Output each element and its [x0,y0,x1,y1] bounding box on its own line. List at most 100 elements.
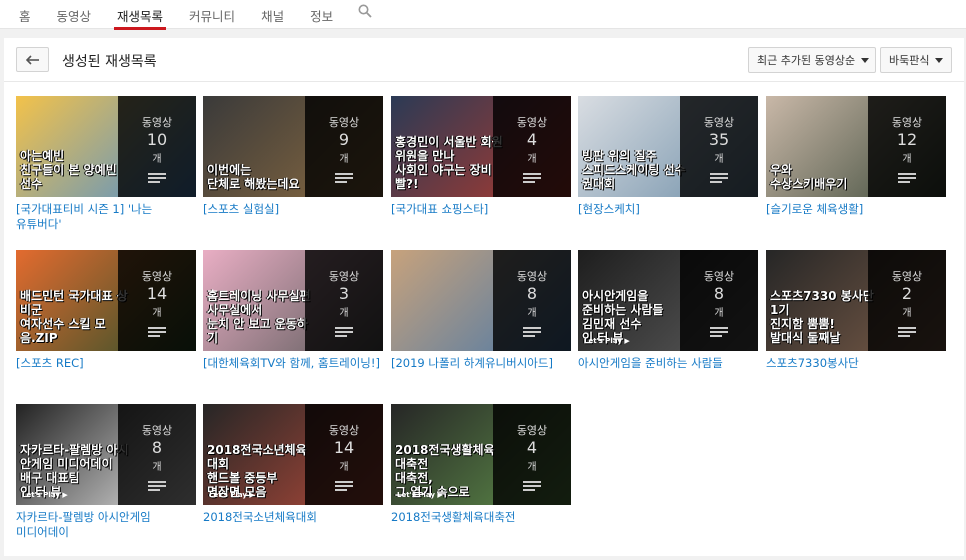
playlist-icon [898,173,916,184]
video-count-overlay: 동영상 35 개 [680,96,758,197]
video-count-label: 동영상 [703,116,735,129]
video-count-label: 동영상 [703,270,735,283]
video-count-label: 동영상 [891,270,923,283]
playlist-title-link[interactable]: 스포츠7330봉사단 [766,356,944,371]
playlist-card[interactable]: 배드민턴 국가대표 상비군 여자선수 스킬 모음.ZIP 동영상14 개 [스포츠 R… [16,250,196,371]
playlist-thumbnail[interactable]: 배드민턴 국가대표 상비군 여자선수 스킬 모음.ZIP 동영상14 개 [16,250,196,351]
thumbnail-caption: 홍경민이 서울반 회원위원을 만나 사회인 야구는 장비빨?! [395,135,503,191]
video-count-overlay: 동영상 3 개 [305,250,383,351]
playlist-title-link[interactable]: [스포츠 REC] [16,356,194,371]
video-count: 14 [333,438,355,457]
playlist-title-link[interactable]: [대한체육회TV와 함께, 홈트레이닝!] [203,356,381,371]
view-dropdown-label: 바둑판식 [889,54,930,67]
video-count-label: 동영상 [141,270,173,283]
video-count-label: 동영상 [516,424,548,437]
tab-playlists[interactable]: 재생목록 [104,0,176,30]
playlist-icon [148,327,166,338]
video-count-overlay: 동영상 12 개 [868,96,946,197]
video-count: 12 [896,130,918,149]
sort-dropdown-label: 최근 추가된 동영상순 [757,54,856,67]
playlists-header: 생성된 재생목록 최근 추가된 동영상순 바둑판식 [4,38,964,82]
playlist-title-link[interactable]: [국가대표티비 시즌 1] '나는 유튜버다' [16,202,194,232]
video-count: 10 [146,130,168,149]
playlist-title-link[interactable]: [슬기로운 체육생활] [766,202,944,217]
video-count-unit: 개 [527,154,537,165]
lets-play-logo: Let's Play ▶ [209,491,255,499]
video-count: 14 [146,284,168,303]
back-arrow-icon [25,54,39,65]
playlist-title-link[interactable]: 자카르타-팔렘방 아시안게임 미디어데이 [16,510,194,540]
playlist-thumbnail[interactable]: 스포츠7330 봉사단 1기 진지함 뿜뿜! 발대식 둘째날 동영상 2 개 [766,250,946,351]
playlist-card[interactable]: 이번에는 단체로 해봤는데요 동영상 9 개 [스포츠 실험실] [203,96,383,217]
video-count-label: 동영상 [328,116,360,129]
video-count: 4 [526,438,538,457]
view-dropdown[interactable]: 바둑판식 [880,47,952,73]
lets-play-logo: Let's Play ▶ [22,491,68,499]
tab-home[interactable]: 홈 [6,0,44,29]
playlist-thumbnail[interactable]: 홍경민이 서울반 회원위원을 만나 사회인 야구는 장비빨?! 동영상 4 개 [391,96,571,197]
playlist-card[interactable]: 홈트레이닝 사무실편 사무실에서 눈치 안 보고 운동하기 동영상 3 개 [대한체육회… [203,250,383,371]
video-count-label: 동영상 [516,270,548,283]
playlist-icon [710,173,728,184]
playlist-title-link[interactable]: [스포츠 실험실] [203,202,381,217]
lets-play-logo: Let's Play ▶ [397,491,443,499]
thumbnail-caption: 홈트레이닝 사무실편 사무실에서 눈치 안 보고 운동하기 [207,289,311,345]
playlist-icon [523,327,541,338]
playlist-icon [335,327,353,338]
playlist-title-link[interactable]: [현장스케치] [578,202,756,217]
playlist-title-link[interactable]: 아시안게임을 준비하는 사람들 [578,356,756,371]
back-button[interactable] [16,47,49,72]
playlist-card[interactable]: 아시안게임을 준비하는 사람들 김민재 선수 인 터 뷰 Let's Play ▶… [578,250,758,371]
playlist-card[interactable]: 동영상 8 개 [2019 나폴리 하계유니버시아드] [391,250,571,371]
page-title: 생성된 재생목록 [62,54,157,70]
video-count-unit: 개 [152,308,162,319]
video-count: 8 [713,284,725,303]
playlists-panel: 생성된 재생목록 최근 추가된 동영상순 바둑판식 아는예빈 친구들이 본 양예… [4,38,964,556]
video-count-overlay: 동영상 14 개 [305,404,383,505]
video-count-unit: 개 [527,308,537,319]
playlist-thumbnail[interactable]: 빙판 위의 질주 스피드스케이팅 선수권대회 동영상 35 개 [578,96,758,197]
playlist-card[interactable]: 우와 수상스키배우기 동영상 12 개 [슬기로운 체육생활] [766,96,946,217]
thumbnail-caption: 우와 수상스키배우기 [770,163,848,191]
playlist-title-link[interactable]: [2019 나폴리 하계유니버시아드] [391,356,569,371]
playlist-thumbnail[interactable]: 아는예빈 친구들이 본 양예빈 선수 동영상 10 개 [16,96,196,197]
playlist-card[interactable]: 2018전국소년체육대회 핸드볼 중등부 명장면 모음 Let's Play ▶ 동… [203,404,383,525]
video-count-overlay: 동영상 4 개 [493,404,571,505]
playlist-icon [898,327,916,338]
playlist-thumbnail[interactable]: 자카르타-팔렘방 아시안게임 미디어데이 배구 대표팀 인 터 뷰Let's P… [16,404,196,505]
playlist-card[interactable]: 자카르타-팔렘방 아시안게임 미디어데이 배구 대표팀 인 터 뷰Let's P… [16,404,196,540]
playlist-thumbnail[interactable]: 이번에는 단체로 해봤는데요 동영상 9 개 [203,96,383,197]
playlist-thumbnail[interactable]: 2018전국소년체육대회 핸드볼 중등부 명장면 모음 Let's Play ▶ 동… [203,404,383,505]
tab-channels[interactable]: 채널 [248,0,297,29]
tab-about[interactable]: 정보 [297,0,346,29]
thumbnail-caption: 아는예빈 친구들이 본 양예빈 선수 [20,149,117,191]
search-icon[interactable] [346,0,384,22]
video-count-label: 동영상 [516,116,548,129]
chevron-down-icon [935,57,944,63]
video-count-label: 동영상 [328,270,360,283]
video-count-unit: 개 [902,308,912,319]
video-count: 35 [708,130,730,149]
playlist-title-link[interactable]: 2018전국생활체육대축전 [391,510,569,525]
playlist-thumbnail[interactable]: 동영상 8 개 [391,250,571,351]
playlist-thumbnail[interactable]: 우와 수상스키배우기 동영상 12 개 [766,96,946,197]
tab-videos[interactable]: 동영상 [44,0,105,29]
playlist-icon [523,481,541,492]
playlist-card[interactable]: 2018전국생활체육대축전 대축전, 그 열기 속으로 Let's Play ▶ 동… [391,404,571,525]
playlist-icon [148,173,166,184]
playlist-thumbnail[interactable]: 아시안게임을 준비하는 사람들 김민재 선수 인 터 뷰 Let's Play ▶… [578,250,758,351]
playlist-title-link[interactable]: 2018전국소년체육대회 [203,510,381,525]
playlist-thumbnail[interactable]: 2018전국생활체육대축전 대축전, 그 열기 속으로 Let's Play ▶ 동… [391,404,571,505]
sort-dropdown[interactable]: 최근 추가된 동영상순 [748,47,876,73]
video-count-unit: 개 [714,308,724,319]
playlist-title-link[interactable]: [국가대표 쇼핑스타] [391,202,569,217]
playlist-thumbnail[interactable]: 홈트레이닝 사무실편 사무실에서 눈치 안 보고 운동하기 동영상 3 개 [203,250,383,351]
playlist-card[interactable]: 빙판 위의 질주 스피드스케이팅 선수권대회 동영상 35 개 [현장스케치] [578,96,758,217]
playlist-icon [523,173,541,184]
playlist-card[interactable]: 스포츠7330 봉사단 1기 진지함 뿜뿜! 발대식 둘째날 동영상 2 개스포츠73… [766,250,946,371]
tab-community[interactable]: 커뮤니티 [176,0,248,29]
playlist-card[interactable]: 아는예빈 친구들이 본 양예빈 선수 동영상 10 개 [국가대표티비 시즌 1] '나… [16,96,196,232]
thumbnail-caption: 배드민턴 국가대표 상비군 여자선수 스킬 모음.ZIP [20,289,128,345]
playlist-card[interactable]: 홍경민이 서울반 회원위원을 만나 사회인 야구는 장비빨?! 동영상 4 개 [국가대… [391,96,571,217]
video-count-unit: 개 [152,154,162,165]
